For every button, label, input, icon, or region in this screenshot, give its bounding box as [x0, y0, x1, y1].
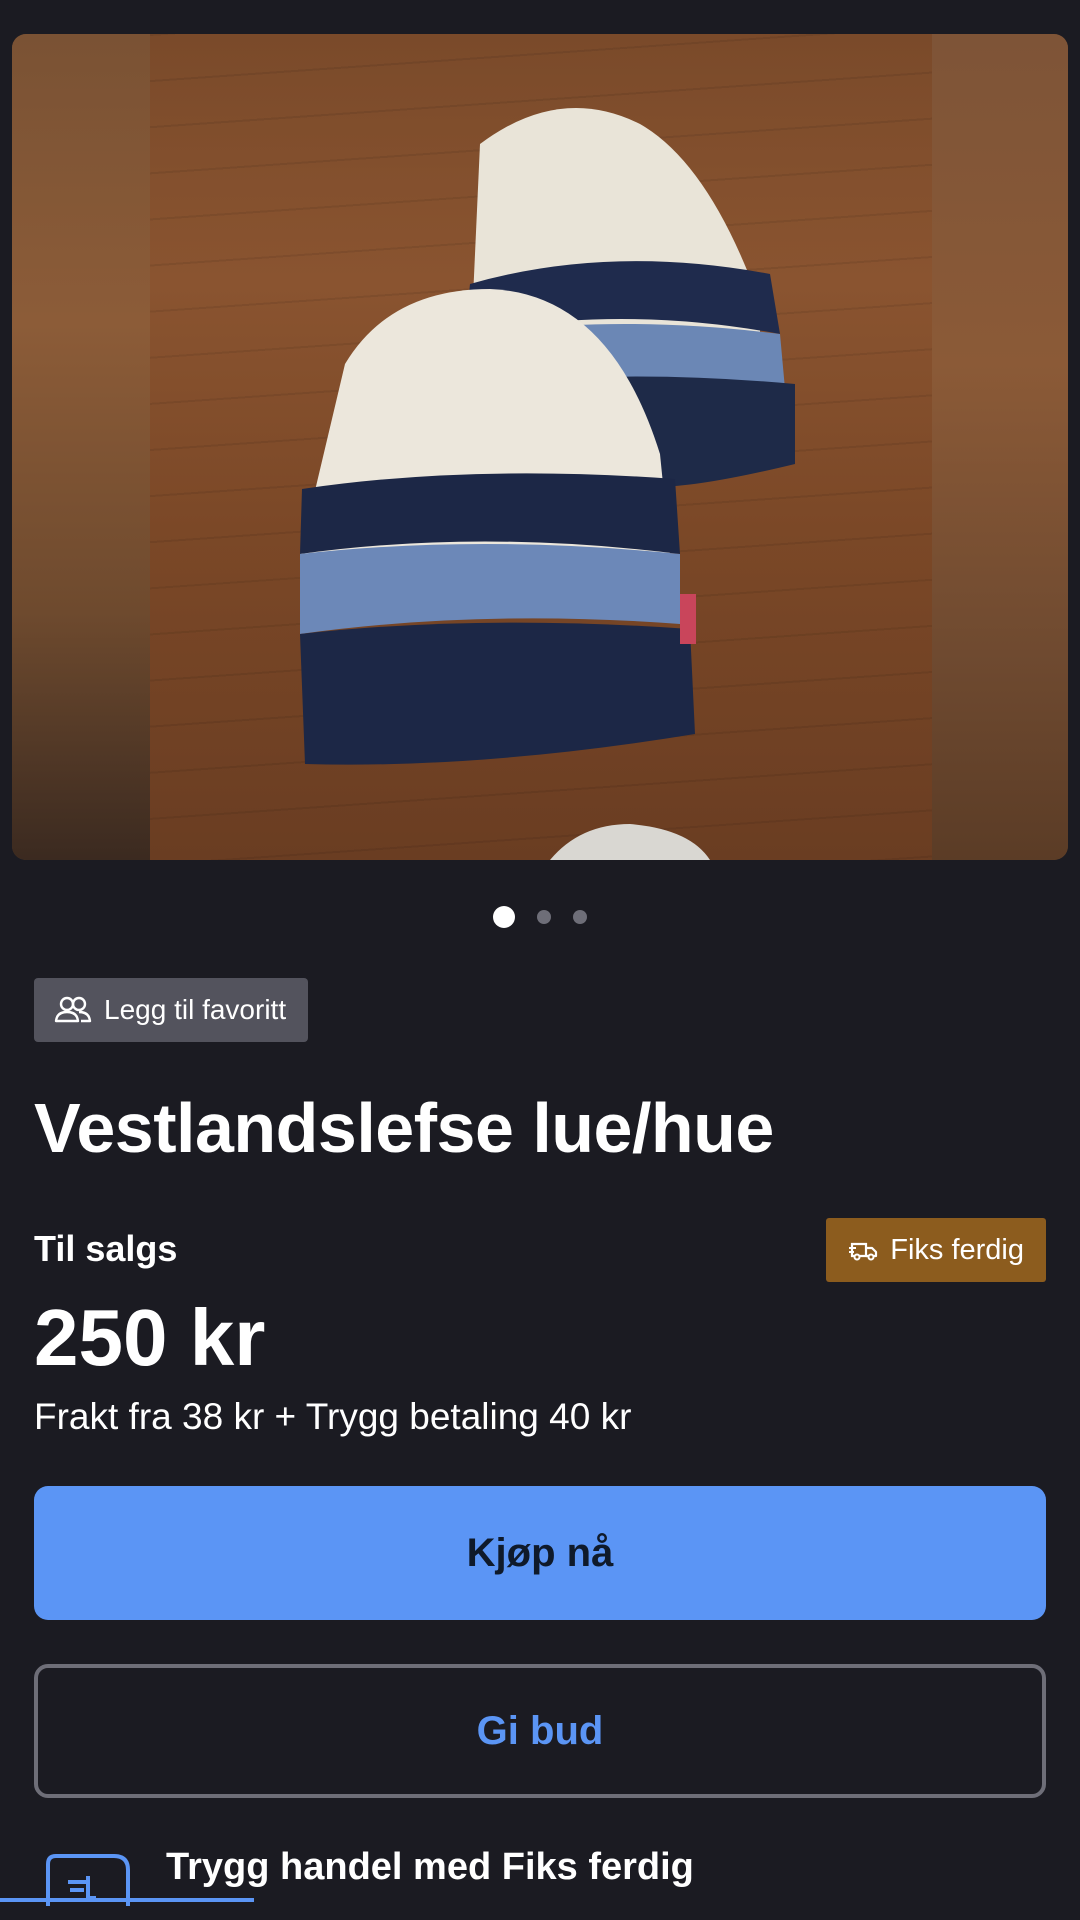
knitted-hats-illustration [300, 108, 795, 860]
listing-price: 250 kr [34, 1293, 266, 1382]
make-bid-button[interactable]: Gi bud [34, 1664, 1046, 1798]
make-bid-label: Gi bud [476, 1708, 604, 1753]
add-favorite-button[interactable]: Legg til favoritt [34, 978, 309, 1042]
people-icon [54, 996, 92, 1023]
buy-now-button[interactable]: Kjøp nå [34, 1486, 1046, 1620]
carousel-dot[interactable] [573, 910, 587, 924]
delivery-truck-icon [849, 1242, 878, 1261]
listing-title: Vestlandslefse lue/hue [34, 1089, 774, 1167]
listing-page: Legg til favoritt Vestlandslefse lue/hue… [0, 0, 1080, 1920]
product-image-carousel[interactable] [12, 34, 1068, 860]
shipping-truck-icon [46, 1854, 130, 1906]
buy-now-label: Kjøp nå [466, 1530, 614, 1575]
carousel-indicator [0, 906, 1080, 928]
fiks-ferdig-label: Fiks ferdig [890, 1233, 1024, 1266]
safe-trade-underline [0, 1898, 254, 1902]
fiks-ferdig-badge: Fiks ferdig [826, 1218, 1046, 1282]
listing-status: Til salgs [34, 1228, 178, 1269]
shipping-info: Frakt fra 38 kr + Trygg betaling 40 kr [34, 1396, 632, 1437]
safe-trade-title: Trygg handel med Fiks ferdig [166, 1846, 694, 1888]
image-blur-right [932, 34, 1068, 860]
carousel-dot-active[interactable] [493, 906, 515, 928]
product-photo[interactable] [150, 34, 932, 860]
image-blur-left [12, 34, 150, 860]
safe-trade-section: Trygg handel med Fiks ferdig [0, 1846, 1044, 1920]
carousel-dot[interactable] [537, 910, 551, 924]
add-favorite-label: Legg til favoritt [104, 994, 287, 1025]
